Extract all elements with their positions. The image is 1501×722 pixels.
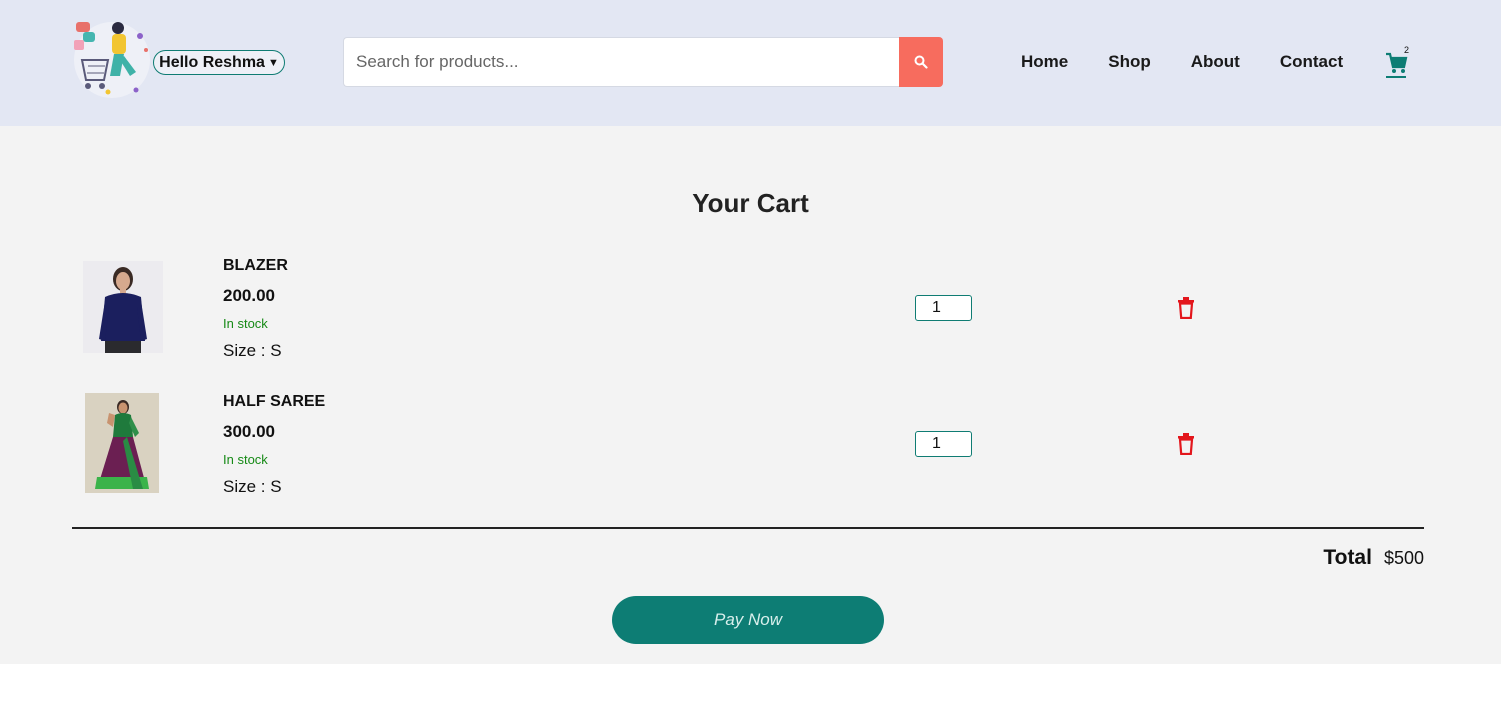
stock-status: In stock: [223, 452, 268, 467]
cart-count-badge: 2: [1404, 45, 1410, 55]
caret-down-icon: ▼: [267, 56, 279, 69]
product-size: Size : S: [223, 477, 282, 496]
page-title: Your Cart: [692, 188, 809, 218]
trash-icon[interactable]: [1176, 433, 1196, 455]
total-row: Total $500: [1323, 546, 1424, 570]
pay-now-button[interactable]: Pay Now: [612, 596, 884, 644]
nav-about[interactable]: About: [1191, 52, 1240, 72]
main-nav: Home Shop About Contact: [1021, 52, 1383, 72]
product-image-half-saree: [85, 393, 159, 493]
product-price: 200.00: [223, 286, 275, 305]
nav-shop[interactable]: Shop: [1108, 52, 1151, 72]
product-image-blazer: [83, 261, 163, 353]
nav-contact[interactable]: Contact: [1280, 52, 1343, 72]
search-icon: [914, 55, 928, 69]
total-label: Total: [1323, 546, 1372, 569]
product-size: Size : S: [223, 341, 282, 360]
user-menu-button[interactable]: Hello Reshma ▼: [153, 50, 285, 75]
cart-item: HALF SAREE 300.00 In stock Size : S: [0, 388, 1501, 508]
quantity-input[interactable]: [915, 295, 972, 321]
product-name: BLAZER: [223, 257, 288, 274]
cart-item: BLAZER 200.00 In stock Size : S: [0, 252, 1501, 372]
divider: [72, 527, 1424, 529]
quantity-input[interactable]: [915, 431, 972, 457]
product-name: HALF SAREE: [223, 393, 326, 410]
search-bar: [343, 37, 943, 87]
search-input[interactable]: [343, 37, 899, 87]
product-price: 300.00: [223, 422, 275, 441]
total-value: $500: [1383, 548, 1424, 568]
stock-status: In stock: [223, 316, 268, 331]
cart-page: Your Cart BLAZER 200.00 In stock Size : …: [0, 126, 1501, 664]
shopping-logo-icon[interactable]: [70, 16, 154, 102]
site-header: Hello Reshma ▼ Home Shop About Contact 2: [0, 0, 1501, 126]
nav-home[interactable]: Home: [1021, 52, 1068, 72]
trash-icon[interactable]: [1176, 297, 1196, 319]
search-button[interactable]: [899, 37, 943, 87]
user-greeting: Hello Reshma: [159, 53, 265, 71]
